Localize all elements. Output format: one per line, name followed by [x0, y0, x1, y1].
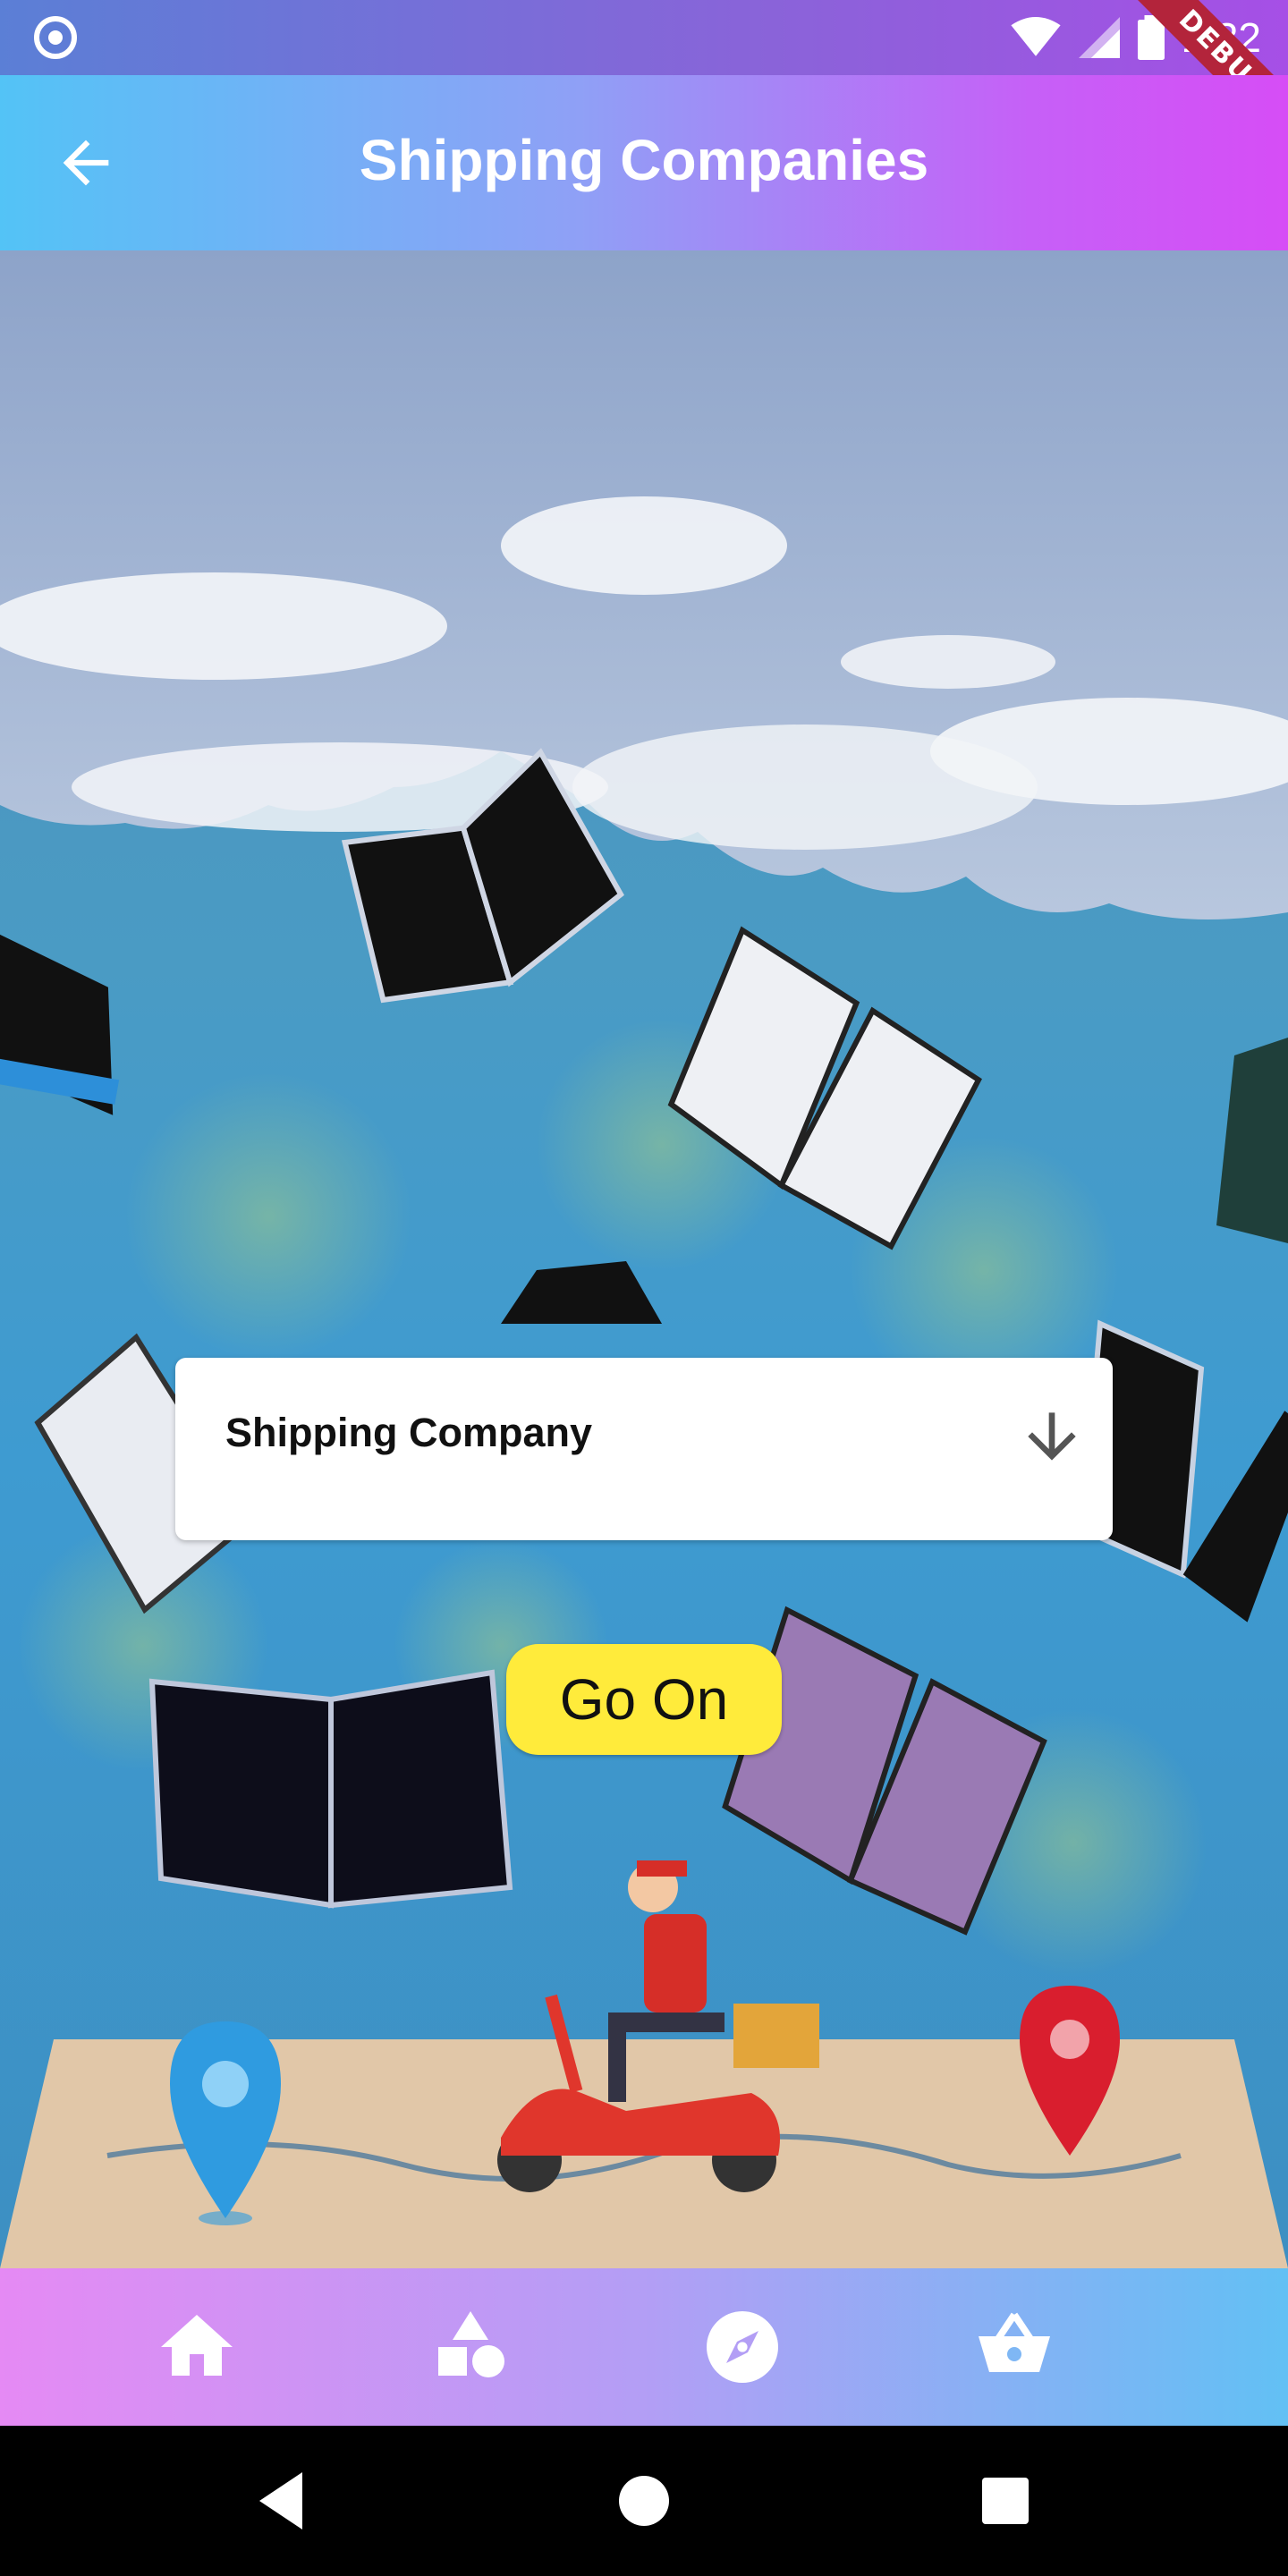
signal-icon	[1079, 17, 1121, 58]
nav-cart[interactable]	[971, 2304, 1057, 2390]
nav-explore[interactable]	[699, 2304, 785, 2390]
system-home-button[interactable]	[601, 2458, 687, 2544]
dropdown-label: Shipping Company	[225, 1410, 592, 1455]
home-circle-icon	[619, 2476, 669, 2526]
system-back-button[interactable]	[238, 2458, 324, 2544]
book-left-top	[0, 930, 120, 1115]
delivery-scooter	[497, 1860, 819, 2192]
arrow-down-icon	[1028, 1412, 1076, 1461]
wifi-icon	[1011, 17, 1062, 56]
system-recents-button[interactable]	[962, 2458, 1048, 2544]
back-triangle-icon	[259, 2472, 302, 2529]
notification-dot-icon	[34, 16, 77, 59]
compass-icon	[707, 2311, 778, 2383]
shapes-icon	[438, 2311, 504, 2377]
main-content: Shipping Company Go On	[0, 250, 1288, 2268]
basket-icon	[979, 2312, 1050, 2372]
go-on-button[interactable]: Go On	[506, 1644, 782, 1755]
bottom-navigation	[0, 2268, 1288, 2426]
system-navigation	[0, 2426, 1288, 2576]
page-title: Shipping Companies	[359, 128, 929, 192]
nav-categories[interactable]	[428, 2304, 513, 2390]
status-bar: 1:32 DEBUG	[0, 0, 1288, 166]
home-icon	[161, 2315, 233, 2376]
shipping-company-dropdown[interactable]: Shipping Company	[175, 1358, 1113, 1540]
background-illustration	[0, 250, 1288, 2268]
app-bar: Shipping Companies	[0, 75, 1288, 250]
recents-square-icon	[982, 2478, 1029, 2524]
nav-home[interactable]	[154, 2304, 240, 2390]
